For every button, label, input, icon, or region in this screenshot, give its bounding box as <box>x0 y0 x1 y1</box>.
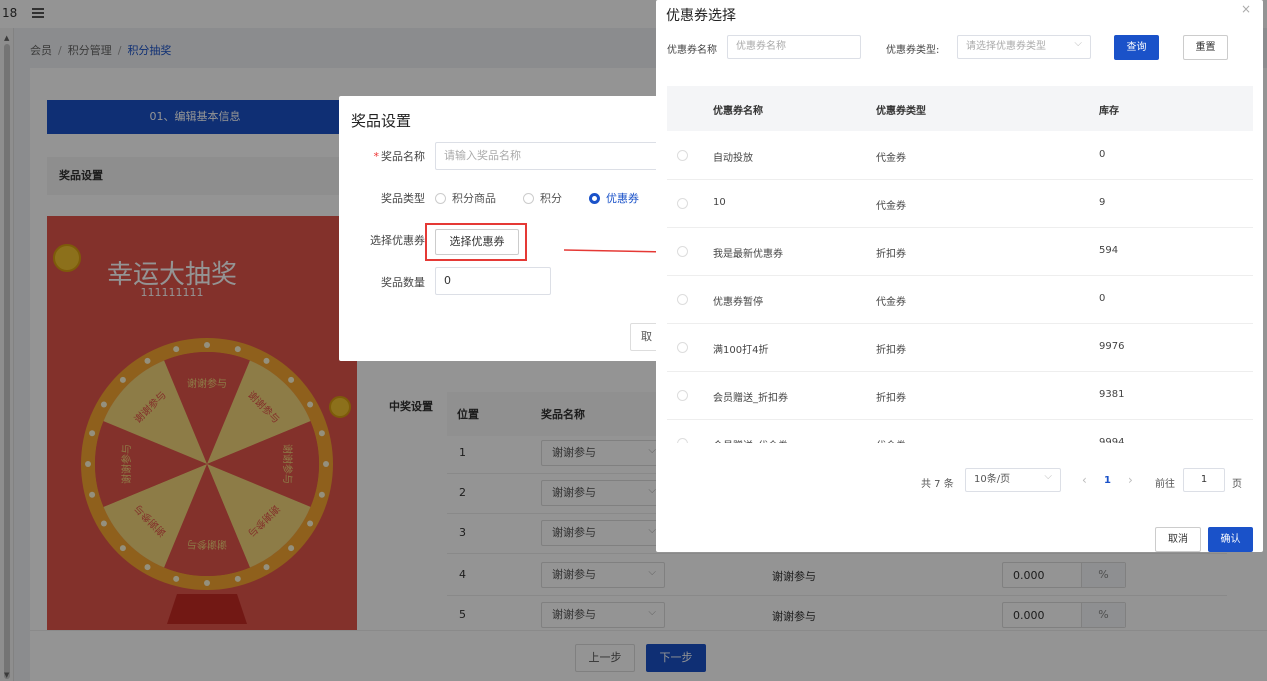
prize-name-input[interactable]: 请输入奖品名称 <box>435 142 679 170</box>
radio-circle-icon[interactable] <box>677 198 688 209</box>
prize-qty-input[interactable]: 0 <box>435 267 551 295</box>
coupon-stock: 0 <box>1099 293 1106 304</box>
coupon-name: 我是最新优惠券 <box>713 249 783 260</box>
radio-circle-icon <box>435 193 446 204</box>
radio-points-goods[interactable]: 积分商品 <box>435 190 496 206</box>
col-coupon-type: 优惠券类型 <box>876 106 926 117</box>
coupon-confirm-button[interactable]: 确认 <box>1208 527 1253 552</box>
coupon-table: 优惠券名称 优惠券类型 库存 自动投放 代金券 0 10 代金券 9 我是最新优惠券 折扣券 5… <box>667 86 1253 443</box>
goto-label: 前往 <box>1155 479 1175 490</box>
coupon-cancel-button[interactable]: 取消 <box>1155 527 1201 552</box>
coupon-stock: 9976 <box>1099 341 1125 352</box>
coupon-stock: 9 <box>1099 197 1106 208</box>
prize-type-label: 奖品类型 <box>381 192 425 205</box>
coupon-type: 代金券 <box>876 297 906 308</box>
radio-circle-icon[interactable] <box>677 438 688 443</box>
coupon-row[interactable]: 会员赠送_折扣券 折扣券 9381 <box>667 371 1253 420</box>
coupon-type: 折扣券 <box>876 345 906 356</box>
coupon-select-dialog: 优惠券选择 × 优惠券名称 优惠券名称 优惠券类型: 请选择优惠券类型 查询 重… <box>656 0 1263 552</box>
coupon-name: 自动投放 <box>713 153 753 164</box>
coupon-stock: 594 <box>1099 245 1119 256</box>
coupon-name: 满100打4折 <box>713 345 769 356</box>
radio-circle-icon[interactable] <box>677 150 688 161</box>
coupon-name: 10 <box>713 197 726 208</box>
page-unit-label: 页 <box>1232 479 1242 490</box>
reset-button[interactable]: 重置 <box>1183 35 1228 60</box>
page-size-select[interactable]: 10条/页 <box>965 466 1061 492</box>
coupon-row[interactable]: 10 代金券 9 <box>667 179 1253 228</box>
prize-dialog-title: 奖品设置 <box>351 112 412 130</box>
next-page-icon[interactable]: › <box>1128 473 1133 487</box>
coupon-type: 折扣券 <box>876 393 906 404</box>
coupon-type: 代金券 <box>876 201 906 212</box>
coupon-row[interactable]: 自动投放 代金券 0 <box>667 131 1253 180</box>
highlight-box <box>425 223 527 261</box>
coupon-table-header: 优惠券名称 优惠券类型 库存 <box>667 86 1253 131</box>
close-icon[interactable]: × <box>1241 2 1251 16</box>
filter-name-input[interactable]: 优惠券名称 <box>727 35 861 59</box>
filter-name-label: 优惠券名称 <box>667 45 717 56</box>
prize-settings-dialog: 奖品设置 * 奖品名称 请输入奖品名称 奖品类型 积分商品 积分 优惠券 选择优惠… <box>339 96 690 361</box>
pager-total: 共 7 条 <box>921 479 954 490</box>
col-coupon-name: 优惠券名称 <box>713 106 763 117</box>
radio-circle-icon[interactable] <box>677 390 688 401</box>
prize-qty-label: 奖品数量 <box>381 276 425 289</box>
radio-coupon[interactable]: 优惠券 <box>589 190 639 206</box>
page-current[interactable]: 1 <box>1104 475 1111 486</box>
radio-circle-icon[interactable] <box>677 294 688 305</box>
col-stock: 库存 <box>1099 106 1119 117</box>
query-button[interactable]: 查询 <box>1114 35 1159 60</box>
coupon-row[interactable]: 会员赠送_代金券 代金券 9994 <box>667 419 1253 443</box>
filter-type-label: 优惠券类型: <box>886 45 940 56</box>
prev-page-icon[interactable]: ‹ <box>1082 473 1087 487</box>
coupon-stock: 0 <box>1099 149 1106 160</box>
coupon-stock: 9381 <box>1099 389 1125 400</box>
radio-circle-icon[interactable] <box>677 342 688 353</box>
radio-circle-icon[interactable] <box>677 246 688 257</box>
coupon-row[interactable]: 优惠券暂停 代金券 0 <box>667 275 1253 324</box>
coupon-type: 代金券 <box>876 437 906 443</box>
select-coupon-label: 选择优惠券 <box>370 234 425 247</box>
coupon-type: 折扣券 <box>876 249 906 260</box>
filter-type-select[interactable]: 请选择优惠券类型 <box>957 33 1091 59</box>
prize-name-label: * 奖品名称 <box>373 150 426 163</box>
goto-page-input[interactable]: 1 <box>1183 468 1225 492</box>
coupon-name: 会员赠送_折扣券 <box>713 393 788 404</box>
coupon-name: 优惠券暂停 <box>713 297 763 308</box>
coupon-dialog-title: 优惠券选择 <box>666 8 736 24</box>
radio-circle-icon <box>523 193 534 204</box>
coupon-row[interactable]: 我是最新优惠券 折扣券 594 <box>667 227 1253 276</box>
coupon-row[interactable]: 满100打4折 折扣券 9976 <box>667 323 1253 372</box>
coupon-stock: 9994 <box>1099 437 1125 443</box>
coupon-type: 代金券 <box>876 153 906 164</box>
radio-points[interactable]: 积分 <box>523 190 562 206</box>
radio-checked-icon <box>589 193 600 204</box>
coupon-name: 会员赠送_代金券 <box>713 437 788 443</box>
